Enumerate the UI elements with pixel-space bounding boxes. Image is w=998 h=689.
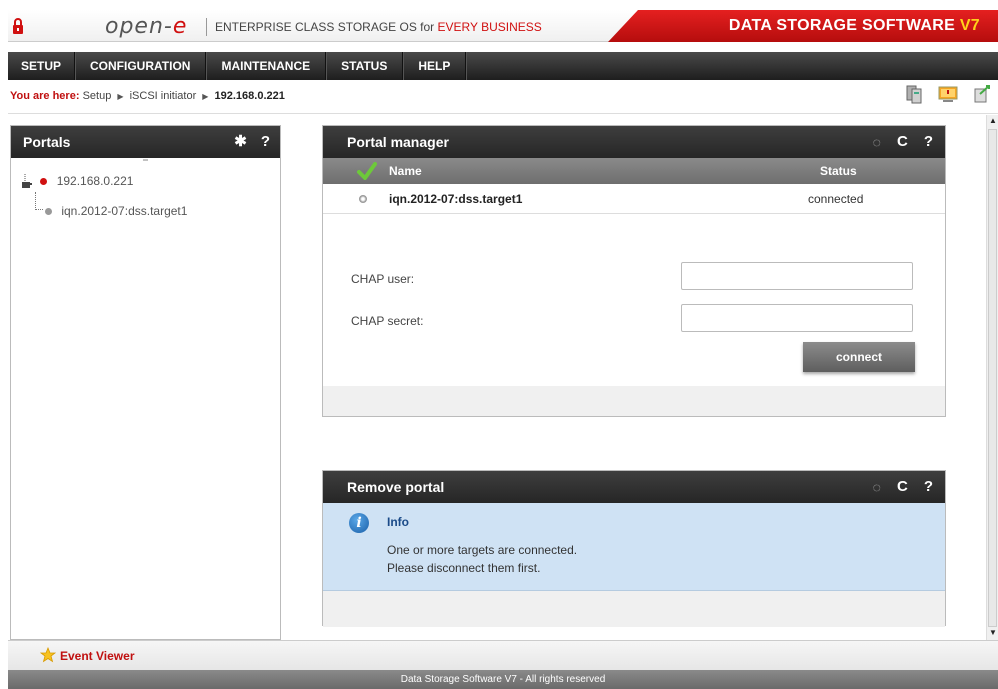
info-title: Info (387, 515, 409, 529)
breadcrumb-iscsi-initiator[interactable]: iSCSI initiator (130, 90, 197, 102)
status-dot-icon (45, 208, 52, 216)
connect-button[interactable]: connect (803, 342, 915, 372)
portal-manager-title: Portal manager (347, 134, 449, 150)
main-content: Portal manager ◌ C ? Name Status iqn.201… (282, 115, 986, 640)
status-dot-icon (40, 178, 48, 186)
tagline: ENTERPRISE CLASS STORAGE OS for EVERY BU… (215, 20, 542, 34)
vertical-scrollbar[interactable]: ▲ ▼ (986, 115, 998, 640)
breadcrumb-bar: You are here: Setup ▶ iSCSI initiator ▶ … (8, 80, 998, 114)
monitor-icon[interactable] (938, 84, 958, 104)
portals-header-icons: ✱ ? (234, 126, 270, 158)
event-bar: Event Viewer (8, 640, 998, 670)
portal-manager-header-icons: ◌ C ? (873, 126, 933, 158)
toolbar-icons (904, 84, 992, 104)
breadcrumb-prefix: You are here: (10, 90, 80, 102)
nav-configuration[interactable]: CONFIGURATION (75, 52, 207, 80)
breadcrumb-setup[interactable]: Setup (83, 90, 112, 102)
spinner-icon: ◌ (872, 479, 881, 495)
remove-portal-header: Remove portal ◌ C ? (323, 471, 945, 503)
tree-node-label: 192.168.0.221 (56, 174, 134, 188)
portal-tree: 192.168.0.221 iqn.2012-07:dss.target1 (11, 164, 280, 222)
info-box: i Info One or more targets are connected… (323, 503, 945, 591)
portals-panel: Portals ✱ ? ═ 192.168.0.221 iqn.2012-07:… (10, 125, 281, 640)
chap-secret-label: CHAP secret: (351, 314, 424, 328)
spinner-icon: ◌ (872, 134, 881, 150)
logout-icon[interactable] (972, 84, 992, 104)
checkmark-icon (357, 162, 377, 180)
lock-icon[interactable] (12, 18, 24, 34)
target-name: iqn.2012-07:dss.target1 (389, 192, 523, 206)
status-bar: Data Storage Software V7 - All rights re… (8, 670, 998, 689)
top-header: open-e ENTERPRISE CLASS STORAGE OS for E… (8, 10, 998, 42)
portals-panel-header: Portals ✱ ? (11, 126, 280, 158)
server-icon[interactable] (904, 84, 924, 104)
portals-title: Portals (23, 134, 71, 150)
nav-setup[interactable]: SETUP (8, 52, 76, 80)
tree-node-target[interactable]: iqn.2012-07:dss.target1 (21, 192, 280, 222)
portal-manager-header: Portal manager ◌ C ? (323, 126, 945, 158)
nav-maintenance[interactable]: MAINTENANCE (206, 52, 327, 80)
event-viewer-link[interactable]: Event Viewer (60, 649, 134, 663)
targets-table-header: Name Status (323, 158, 945, 184)
target-status: connected (808, 192, 864, 206)
info-icon: i (349, 513, 369, 533)
portal-manager-panel: Portal manager ◌ C ? Name Status iqn.201… (322, 125, 946, 417)
breadcrumb: You are here: Setup ▶ iSCSI initiator ▶ … (10, 90, 285, 102)
tree-node-portal[interactable]: 192.168.0.221 (21, 170, 280, 192)
table-row[interactable]: iqn.2012-07:dss.target1 connected (323, 184, 945, 214)
breadcrumb-separator-icon: ▶ (202, 92, 209, 101)
portal-manager-footer (323, 386, 945, 416)
tree-node-label: iqn.2012-07:dss.target1 (61, 204, 188, 218)
help-icon[interactable]: ? (924, 126, 933, 158)
refresh-icon[interactable]: C (897, 126, 908, 158)
help-icon[interactable]: ? (261, 126, 270, 158)
scroll-thumb[interactable] (988, 129, 997, 627)
gear-icon[interactable]: ✱ (234, 126, 247, 158)
header-divider (206, 18, 207, 36)
remove-portal-title: Remove portal (347, 479, 445, 495)
logo: open-e (105, 14, 188, 39)
breadcrumb-current: 192.168.0.221 (214, 90, 285, 102)
chap-form: CHAP user: CHAP secret: connect (323, 214, 945, 414)
app-window: open-e ENTERPRISE CLASS STORAGE OS for E… (0, 0, 998, 689)
help-icon[interactable]: ? (924, 471, 933, 503)
info-message-line: One or more targets are connected. (387, 543, 578, 557)
main-nav: SETUP CONFIGURATION MAINTENANCE STATUS H… (8, 52, 998, 80)
breadcrumb-separator-icon: ▶ (117, 92, 124, 101)
nav-status[interactable]: STATUS (326, 52, 404, 80)
target-radio[interactable] (359, 195, 367, 203)
column-header-name[interactable]: Name (389, 158, 422, 184)
scroll-down-icon[interactable]: ▼ (988, 628, 998, 638)
chap-secret-input[interactable] (681, 304, 913, 332)
remove-portal-panel: Remove portal ◌ C ? i Info One or more t… (322, 470, 946, 627)
remove-portal-footer (323, 591, 945, 627)
brand-banner: DATA STORAGE SOFTWARE V7 (608, 10, 998, 42)
nav-help[interactable]: HELP (403, 52, 467, 80)
refresh-icon[interactable]: C (897, 471, 908, 503)
tree-connector (35, 192, 43, 210)
info-message-line: Please disconnect them first. (387, 561, 541, 575)
star-icon (40, 647, 56, 663)
brand-title: DATA STORAGE SOFTWARE V7 (728, 17, 980, 34)
portal-icon (22, 173, 32, 188)
column-header-status[interactable]: Status (820, 158, 857, 184)
chap-user-input[interactable] (681, 262, 913, 290)
remove-portal-header-icons: ◌ C ? (873, 471, 933, 503)
chap-user-label: CHAP user: (351, 272, 415, 286)
scroll-up-icon[interactable]: ▲ (988, 116, 998, 126)
